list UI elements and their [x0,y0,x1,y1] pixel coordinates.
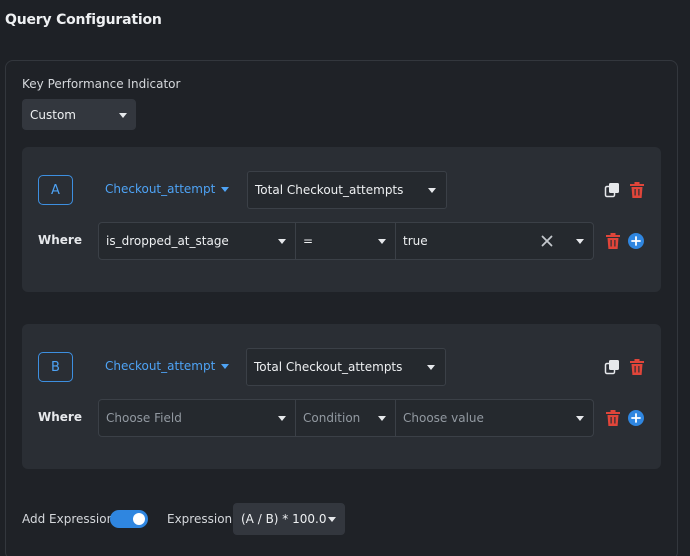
toggle-knob [133,513,145,525]
value-select[interactable]: true [396,223,593,259]
query-letter-badge: B [38,352,73,382]
query-panel [5,60,678,556]
where-label: Where [38,410,82,424]
query-card-b: B Checkout_attempt Total Checkout_attemp… [22,324,661,469]
chevron-down-icon [221,363,230,369]
metric-select[interactable]: Total Checkout_attempts [246,348,446,386]
condition-select[interactable]: = [296,223,396,259]
chevron-down-icon [576,416,584,421]
copy-icon[interactable] [604,359,620,375]
kpi-select[interactable]: Custom [22,99,136,130]
value-select-value: true [403,234,428,248]
metric-select-value: Total Checkout_attempts [254,360,403,374]
query-card-a: A Checkout_attempt Total Checkout_attemp… [22,147,661,292]
chevron-down-icon [378,239,386,244]
metric-select-value: Total Checkout_attempts [255,183,404,197]
value-select[interactable]: Choose value [396,400,593,436]
filter-row: is_dropped_at_stage = true [98,222,594,260]
chevron-down-icon [427,365,435,370]
add-expression-toggle[interactable] [110,510,148,528]
chevron-down-icon [278,416,286,421]
delete-query-icon[interactable] [630,182,644,198]
chevron-down-icon [278,239,286,244]
expression-select-value: (A / B) * 100.0 [241,512,327,526]
value-select-placeholder: Choose value [403,411,484,425]
event-selector-label: Checkout_attempt [105,359,216,373]
chevron-down-icon [576,239,584,244]
condition-select[interactable]: Condition [296,400,396,436]
filter-row: Choose Field Condition Choose value [98,399,594,437]
query-letter-badge: A [38,175,73,205]
add-expression-label: Add Expression [22,512,115,526]
chevron-down-icon [221,186,230,192]
add-filter-icon[interactable] [628,410,644,426]
event-selector-label: Checkout_attempt [105,182,216,196]
field-select[interactable]: Choose Field [99,400,296,436]
where-label: Where [38,233,82,247]
delete-query-icon[interactable] [630,359,644,375]
field-select-value: is_dropped_at_stage [106,234,229,248]
event-selector[interactable]: Checkout_attempt [105,359,230,373]
delete-filter-icon[interactable] [606,233,620,249]
delete-filter-icon[interactable] [606,410,620,426]
metric-select[interactable]: Total Checkout_attempts [247,171,447,209]
chevron-down-icon [119,112,127,118]
field-select-placeholder: Choose Field [106,411,182,425]
close-icon[interactable] [541,235,553,247]
field-select[interactable]: is_dropped_at_stage [99,223,296,259]
copy-icon[interactable] [604,182,620,198]
kpi-label: Key Performance Indicator [22,77,181,91]
expression-label: Expression [167,512,233,526]
expression-select[interactable]: (A / B) * 100.0 [233,503,345,535]
chevron-down-icon [378,416,386,421]
chevron-down-icon [328,517,336,522]
page-title: Query Configuration [5,12,162,28]
chevron-down-icon [428,188,436,193]
condition-select-value: = [303,234,314,248]
add-filter-icon[interactable] [628,233,644,249]
condition-select-placeholder: Condition [303,411,361,425]
kpi-select-value: Custom [30,107,76,122]
event-selector[interactable]: Checkout_attempt [105,182,230,196]
